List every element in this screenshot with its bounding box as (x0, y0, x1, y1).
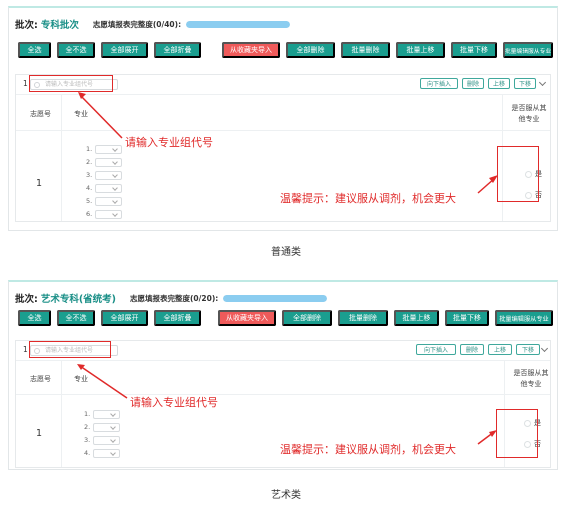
caption-art: 艺术类 (271, 490, 301, 501)
annotation-arrows-2 (77, 364, 497, 445)
arrow-head (489, 430, 497, 437)
arrow-line (79, 365, 128, 399)
